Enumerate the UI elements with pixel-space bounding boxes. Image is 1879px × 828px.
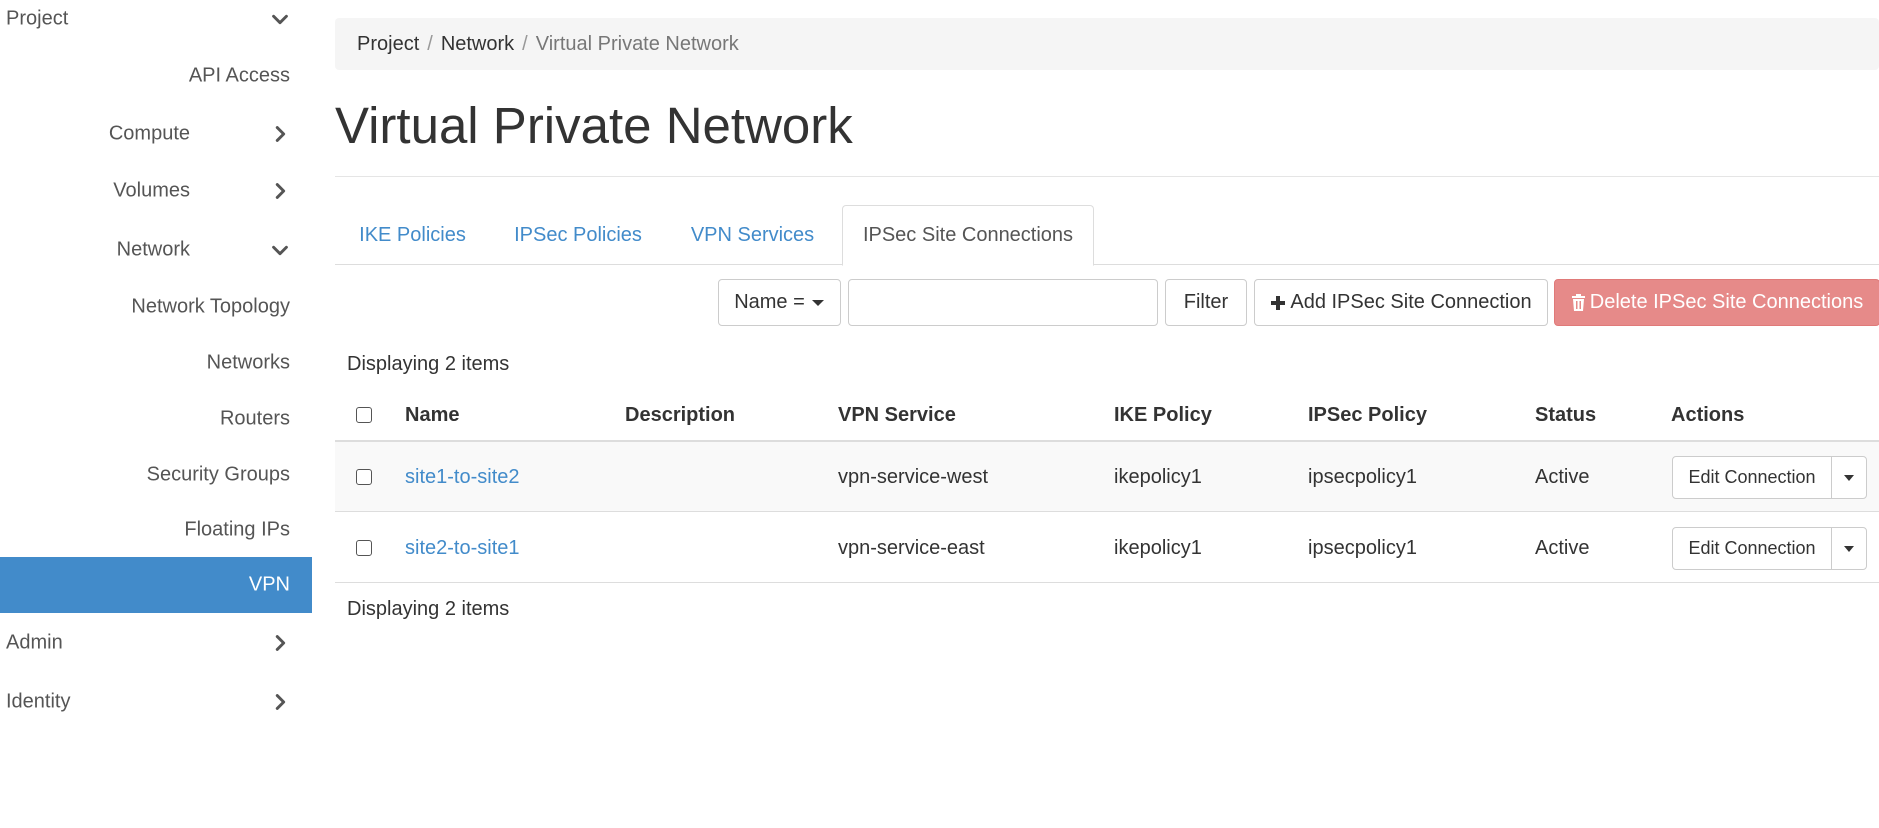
table-toolbar: Name = Filter Add IPSec Site Connection …: [335, 279, 1879, 327]
sidebar-item-network[interactable]: Network: [0, 222, 312, 278]
delete-button-label: Delete IPSec Site Connections: [1589, 291, 1864, 313]
item-count-top: Displaying 2 items: [347, 353, 510, 375]
select-all-checkbox[interactable]: [356, 407, 372, 423]
tab-vpn-services[interactable]: VPN Services: [666, 205, 839, 265]
sidebar-item-label: API Access: [188, 64, 290, 87]
row-actions-dropdown-toggle[interactable]: [1831, 527, 1867, 570]
edit-connection-button[interactable]: Edit Connection: [1672, 456, 1832, 499]
divider: [335, 176, 1879, 177]
tab-ike-policies[interactable]: IKE Policies: [335, 205, 490, 265]
sidebar-item-label: Floating IPs: [184, 518, 290, 541]
cell-status: Active: [1535, 537, 1590, 559]
sidebar-item-label: Admin: [6, 631, 63, 654]
column-header-ike-policy[interactable]: IKE Policy: [1114, 390, 1212, 440]
column-header-actions: Actions: [1671, 404, 1745, 426]
row-checkbox[interactable]: [356, 469, 372, 485]
sidebar-item-networks[interactable]: Networks: [0, 335, 312, 391]
plus-icon: [1271, 295, 1286, 310]
edit-connection-button[interactable]: Edit Connection: [1672, 527, 1832, 570]
add-button-label: Add IPSec Site Connection: [1290, 291, 1532, 313]
connection-name-link[interactable]: site2-to-site1: [405, 513, 520, 583]
main-content: Project / Network / Virtual Private Netw…: [335, 0, 1879, 828]
trash-icon: [1571, 294, 1585, 311]
sidebar-item-label: Network: [116, 238, 190, 261]
chevron-down-icon: [269, 239, 291, 261]
cell-ike-policy: ikepolicy1: [1114, 466, 1202, 488]
caret-down-icon: [811, 299, 824, 306]
page-title: Virtual Private Network: [335, 97, 853, 154]
tab-ipsec-policies[interactable]: IPSec Policies: [490, 205, 666, 265]
table-row: site1-to-site2 vpn-service-west ikepolic…: [335, 442, 1879, 512]
tab-bar: IKE Policies IPSec Policies VPN Services…: [335, 205, 1879, 266]
sidebar-item-floating-ips[interactable]: Floating IPs: [0, 502, 312, 558]
chevron-right-icon: [269, 123, 291, 145]
sidebar-item-label: Network Topology: [131, 295, 290, 318]
sidebar-item-label: Routers: [219, 407, 290, 430]
add-ipsec-site-connection-button[interactable]: Add IPSec Site Connection: [1254, 279, 1548, 326]
sidebar-item-security-groups[interactable]: Security Groups: [0, 447, 312, 503]
breadcrumb-network[interactable]: Network: [441, 33, 514, 56]
breadcrumb-separator: /: [427, 32, 433, 55]
caret-down-icon: [1844, 545, 1854, 552]
cell-vpn-service: vpn-service-west: [838, 466, 989, 488]
caret-down-icon: [1844, 474, 1854, 481]
cell-vpn-service: vpn-service-east: [838, 537, 985, 559]
chevron-right-icon: [269, 691, 291, 713]
column-header-description[interactable]: Description: [625, 390, 735, 440]
sidebar-item-label: Compute: [108, 122, 190, 145]
cell-ipsec-policy: ipsecpolicy1: [1308, 466, 1417, 488]
table-header: Name Description VPN Service IKE Policy …: [335, 390, 1879, 442]
column-header-name[interactable]: Name: [405, 390, 459, 440]
sidebar-item-network-topology[interactable]: Network Topology: [0, 279, 312, 335]
filter-input[interactable]: [848, 279, 1158, 326]
cell-ipsec-policy: ipsecpolicy1: [1308, 537, 1417, 559]
column-header-status[interactable]: Status: [1535, 390, 1596, 440]
sidebar-item-label: Networks: [206, 351, 290, 374]
column-header-ipsec-policy[interactable]: IPSec Policy: [1308, 390, 1427, 440]
breadcrumb-separator: /: [522, 32, 528, 55]
tab-ipsec-site-connections[interactable]: IPSec Site Connections: [842, 205, 1094, 266]
sidebar-item-identity[interactable]: Identity: [0, 674, 312, 730]
sidebar-item-compute[interactable]: Compute: [0, 106, 312, 162]
sidebar-item-vpn[interactable]: VPN: [0, 557, 312, 613]
sidebar: Project API Access Compute Volumes Netwo…: [0, 0, 312, 828]
breadcrumb-current: Virtual Private Network: [535, 32, 739, 55]
sidebar-item-label: VPN: [248, 573, 290, 596]
filter-field-label: Name =: [734, 291, 805, 313]
item-count-bottom: Displaying 2 items: [347, 598, 510, 620]
sidebar-item-label: Security Groups: [146, 463, 290, 486]
breadcrumb-project[interactable]: Project: [357, 33, 419, 56]
sidebar-item-admin[interactable]: Admin: [0, 615, 312, 671]
sidebar-item-volumes[interactable]: Volumes: [0, 163, 312, 219]
chevron-down-icon: [269, 8, 291, 30]
column-header-vpn-service[interactable]: VPN Service: [838, 390, 956, 440]
filter-field-dropdown[interactable]: Name =: [718, 279, 841, 326]
sidebar-item-routers[interactable]: Routers: [0, 391, 312, 447]
cell-ike-policy: ikepolicy1: [1114, 537, 1202, 559]
cell-status: Active: [1535, 466, 1590, 488]
row-checkbox[interactable]: [356, 540, 372, 556]
sidebar-item-label: Project: [6, 7, 69, 30]
sidebar-item-label: Identity: [6, 690, 71, 713]
sidebar-item-label: Volumes: [113, 179, 190, 202]
connection-name-link[interactable]: site1-to-site2: [405, 442, 520, 512]
chevron-right-icon: [269, 632, 291, 654]
sidebar-item-api-access[interactable]: API Access: [0, 48, 312, 104]
filter-button[interactable]: Filter: [1165, 279, 1247, 326]
table-row: site2-to-site1 vpn-service-east ikepolic…: [335, 513, 1879, 583]
sidebar-item-project[interactable]: Project: [0, 0, 312, 47]
row-actions-dropdown-toggle[interactable]: [1831, 456, 1867, 499]
breadcrumb: Project / Network / Virtual Private Netw…: [335, 18, 1879, 70]
chevron-right-icon: [269, 180, 291, 202]
delete-ipsec-site-connections-button[interactable]: Delete IPSec Site Connections: [1554, 279, 1879, 326]
